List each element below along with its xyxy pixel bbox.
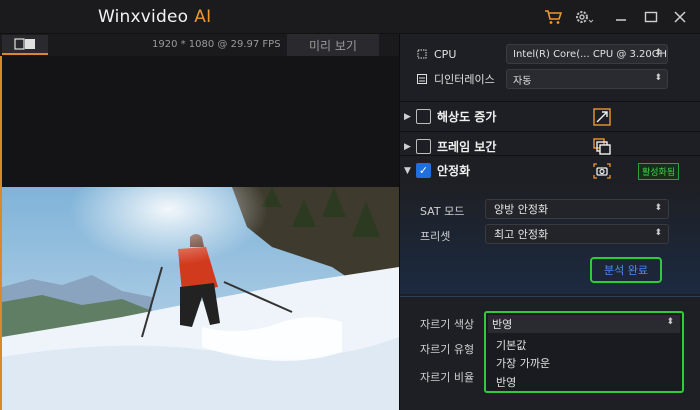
chevron-updown-icon: ⬍ — [654, 48, 662, 58]
expand-arrow-icon[interactable]: ▶ — [404, 142, 414, 152]
app-name: Winxvideo — [98, 7, 189, 27]
crop-color-value: 반영 — [492, 318, 513, 331]
crop-ratio-label: 자르기 비율 — [420, 371, 475, 384]
chevron-updown-icon: ⬍ — [654, 228, 662, 238]
stabilization-settings: SAT 모드 양방 안정화 ⬍ 프리셋 최고 안정화 ⬍ 분석 완료 — [400, 182, 700, 294]
video-preview — [0, 56, 399, 410]
dropdown-option[interactable]: 기본값 — [496, 337, 526, 353]
preset-value: 최고 안정화 — [494, 228, 549, 241]
chevron-updown-icon: ⬍ — [654, 203, 662, 213]
cpu-label: CPU — [434, 47, 457, 61]
deinterlace-row: 디인터레이스 — [416, 68, 495, 90]
app-title: Winxvideo AI — [98, 7, 211, 27]
deinterlace-label: 디인터레이스 — [434, 73, 495, 86]
cpu-value: Intel(R) Core(... CPU @ 3.20GHz — [513, 48, 668, 60]
cart-icon[interactable] — [543, 7, 563, 27]
frame-interp-checkbox[interactable] — [416, 139, 431, 154]
crop-color-label: 자르기 색상 — [420, 318, 475, 331]
section-upscale[interactable]: ▶ 해상도 증가 — [400, 101, 700, 131]
chevron-updown-icon: ⬍ — [654, 73, 662, 83]
split-view-toggle[interactable] — [2, 35, 48, 55]
video-letterbox — [2, 56, 399, 187]
deinterlace-value: 자동 — [513, 75, 532, 87]
cpu-icon — [417, 49, 427, 59]
crop-color-dropdown[interactable]: 반영 ⬍ 기본값 가장 가까운 반영 — [484, 311, 684, 393]
settings-panel: CPU Intel(R) Core(... CPU @ 3.20GHz ⬍ 디인… — [399, 34, 700, 410]
stabilize-enabled-badge: 활성화됨 — [638, 163, 680, 180]
preview-tab[interactable]: 미리 보기 — [287, 34, 379, 56]
frame-interp-label: 프레임 보간 — [437, 140, 497, 154]
dropdown-option[interactable]: 가장 가까운 — [496, 355, 550, 371]
deinterlace-icon — [417, 74, 427, 84]
crop-settings: 자르기 색상 자르기 유형 자르기 비율 반영 ⬍ 기본값 가장 가까운 반영 — [400, 296, 700, 410]
deinterlace-select[interactable]: 자동 ⬍ — [506, 69, 668, 89]
sat-mode-value: 양방 안정화 — [494, 203, 549, 216]
maximize-icon[interactable] — [641, 7, 661, 27]
settings-gear-icon[interactable] — [574, 7, 594, 27]
stabilize-camera-icon — [593, 163, 611, 179]
upscale-checkbox[interactable] — [416, 109, 431, 124]
preview-pane: 1920 * 1080 @ 29.97 FPS 미리 보기 — [0, 34, 399, 410]
title-bar: Winxvideo AI — [0, 0, 700, 34]
stabilize-label: 안정화 — [437, 164, 471, 178]
sat-mode-label: SAT 모드 — [420, 205, 465, 218]
video-frame-image — [2, 187, 399, 410]
split-view-icon — [14, 38, 35, 50]
chevron-updown-icon: ⬍ — [666, 317, 674, 327]
minimize-icon[interactable] — [611, 7, 631, 27]
cpu-row: CPU — [416, 43, 456, 65]
expand-arrow-icon[interactable]: ▶ — [404, 112, 414, 122]
stabilize-checkbox[interactable]: ✓ — [416, 163, 431, 178]
sat-mode-select[interactable]: 양방 안정화 ⬍ — [485, 199, 669, 219]
crop-color-selected[interactable]: 반영 ⬍ — [488, 315, 680, 333]
crop-type-label: 자르기 유형 — [420, 343, 475, 356]
collapse-arrow-icon[interactable]: ▼ — [404, 166, 414, 176]
close-icon[interactable] — [670, 7, 690, 27]
app-ai-label: AI — [194, 7, 212, 27]
preset-label: 프리셋 — [420, 230, 451, 243]
frame-interpolation-icon — [593, 138, 611, 155]
section-stabilization[interactable]: ▼ ✓ 안정화 활성화됨 — [400, 155, 700, 185]
upscale-label: 해상도 증가 — [437, 110, 497, 124]
preset-select[interactable]: 최고 안정화 ⬍ — [485, 224, 669, 244]
resolution-info: 1920 * 1080 @ 29.97 FPS — [152, 39, 281, 50]
analysis-complete-button[interactable]: 분석 완료 — [590, 257, 662, 283]
cpu-select[interactable]: Intel(R) Core(... CPU @ 3.20GHz ⬍ — [506, 44, 668, 64]
upscale-icon — [593, 108, 611, 126]
preview-header: 1920 * 1080 @ 29.97 FPS 미리 보기 — [0, 34, 399, 56]
dropdown-option[interactable]: 반영 — [496, 374, 516, 390]
